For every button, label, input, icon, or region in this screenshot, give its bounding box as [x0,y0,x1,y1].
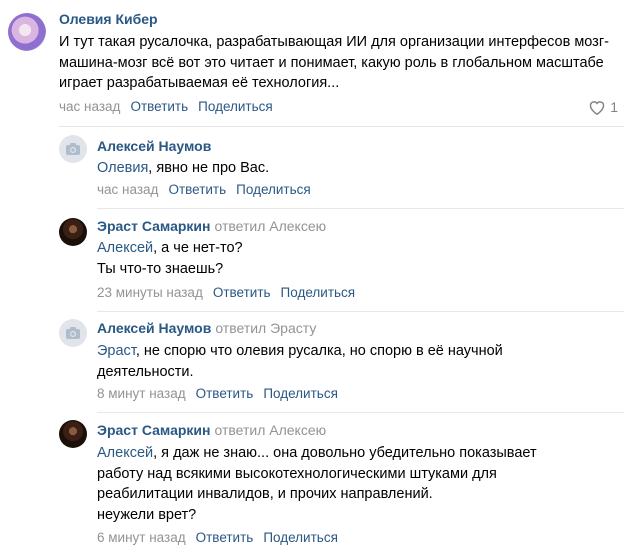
comment-text: Олевия, явно не про Вас. [97,160,270,176]
avatar[interactable] [59,319,87,347]
comment-meta: час назад Ответить Поделиться [97,182,311,197]
camera-icon [66,143,80,155]
comment-text: Алексей, а че нет-то? Ты что-то знаешь? [97,240,243,277]
share-button[interactable]: Поделиться [263,530,338,545]
avatar[interactable] [8,13,46,51]
comment-author[interactable]: Олевия Кибер [59,11,158,27]
replied-to: ответил Алексею [214,422,327,438]
comment-time[interactable]: 6 минут назад [97,530,186,545]
reply-button[interactable]: Ответить [130,99,188,114]
avatar[interactable] [59,135,87,163]
reply-button[interactable]: Ответить [196,386,254,401]
share-button[interactable]: Поделиться [281,285,356,300]
reply-button[interactable]: Ответить [168,182,226,197]
avatar[interactable] [59,218,87,246]
comment-meta: 23 минуты назад Ответить Поделиться [97,285,355,300]
share-button[interactable]: Поделиться [236,182,311,197]
comment-meta: 8 минут назад Ответить Поделиться [97,386,338,401]
comment-text: Алексей, я даж не знаю... она довольно у… [97,445,537,523]
comments-thread: Олевия Кибер И тут такая русалочка, разр… [0,0,639,555]
camera-icon [66,327,80,339]
comment-time[interactable]: час назад [59,99,120,114]
divider [97,412,624,413]
like-button[interactable]: 1 [588,99,618,115]
mention-link[interactable]: Алексей [97,240,153,256]
like-count: 1 [610,99,618,115]
comment-time[interactable]: 23 минуты назад [97,285,203,300]
comment-author[interactable]: Эраст Самаркин ответил Алексею [97,218,326,234]
comment-time[interactable]: час назад [97,182,158,197]
mention-link[interactable]: Алексей [97,445,153,461]
comment-text: И тут такая русалочка, разрабатывающая И… [59,34,609,91]
mention-link[interactable]: Олевия [97,160,148,176]
avatar[interactable] [59,420,87,448]
comment-author[interactable]: Алексей Наумов [97,138,211,154]
comment-time[interactable]: 8 минут назад [97,386,186,401]
comment-author[interactable]: Эраст Самаркин ответил Алексею [97,422,326,438]
share-button[interactable]: Поделиться [263,386,338,401]
divider [97,311,624,312]
comment-meta: 6 минут назад Ответить Поделиться [97,530,338,545]
comment-text: Эраст, не спорю что олевия русалка, но с… [97,343,503,380]
divider [59,126,624,127]
comment-meta: час назад Ответить Поделиться [59,99,273,114]
share-button[interactable]: Поделиться [198,99,273,114]
heart-icon [589,101,605,115]
comment-author[interactable]: Алексей Наумов ответил Эрасту [97,320,316,336]
replied-to: ответил Алексею [214,218,327,234]
divider [97,208,624,209]
reply-button[interactable]: Ответить [196,530,254,545]
reply-button[interactable]: Ответить [213,285,271,300]
mention-link[interactable]: Эраст [97,343,136,359]
replied-to: ответил Эрасту [215,320,317,336]
